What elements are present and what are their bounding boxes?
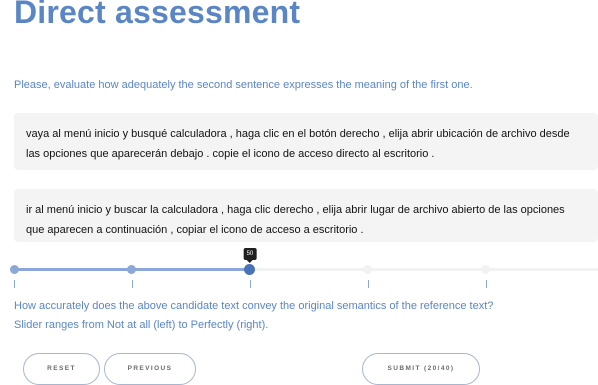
slider-hint: Slider ranges from Not at all (left) to … xyxy=(14,319,269,331)
slider-value-tooltip: 50 xyxy=(243,248,257,263)
reference-text-box: vaya al menú inicio y busqué calculadora… xyxy=(14,113,598,170)
slider-tick xyxy=(367,280,369,288)
slider-step-dot[interactable] xyxy=(481,265,491,274)
slider-step-dot[interactable] xyxy=(9,265,19,274)
page-title: Direct assessment xyxy=(14,0,301,30)
previous-button[interactable]: PREVIOUS xyxy=(104,353,196,385)
slider-tick xyxy=(249,280,251,288)
instruction-text: Please, evaluate how adequately the seco… xyxy=(14,79,473,91)
submit-button[interactable]: SUBMIT (20/40) xyxy=(362,353,480,385)
question-block: How accurately does the above candidate … xyxy=(14,297,493,335)
slider-tick xyxy=(485,280,487,288)
slider-step-dot[interactable] xyxy=(127,265,137,274)
reference-text: vaya al menú inicio y busqué calculadora… xyxy=(26,128,570,160)
slider-tick xyxy=(14,280,15,288)
question-text: How accurately does the above candidate … xyxy=(14,300,494,312)
slider-step-dot[interactable] xyxy=(363,265,373,274)
score-slider[interactable]: 50 xyxy=(9,248,598,288)
candidate-text: ir al menú inicio y buscar la calculador… xyxy=(26,204,565,236)
slider-tick xyxy=(131,280,133,288)
slider-handle[interactable] xyxy=(244,264,256,275)
reset-button[interactable]: RESET xyxy=(23,353,100,385)
candidate-text-box: ir al menú inicio y buscar la calculador… xyxy=(14,189,598,242)
